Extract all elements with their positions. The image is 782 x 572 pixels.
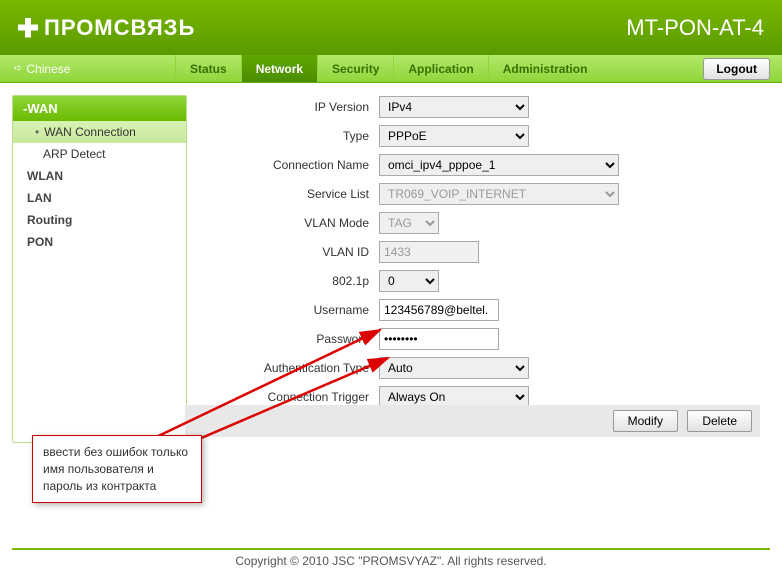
sidebar-heading: -WAN: [13, 96, 186, 121]
model-name: MT-PON-AT-4: [626, 15, 764, 41]
nav-bar: ➪ Chinese Status Network Security Applic…: [0, 55, 782, 83]
button-row: Modify Delete: [185, 405, 760, 437]
label-vlan-mode: VLAN Mode: [199, 216, 379, 230]
select-8021p[interactable]: 0: [379, 270, 439, 292]
sidebar-item-pon[interactable]: PON: [13, 231, 186, 253]
brand-text: ПРОМСВЯЗЬ: [44, 15, 195, 41]
sidebar-item-wan-connection[interactable]: WAN Connection: [13, 121, 186, 143]
select-vlan-mode[interactable]: TAG: [379, 212, 439, 234]
label-type: Type: [199, 129, 379, 143]
main-panel: IP Version IPv4 Type PPPoE Connection Na…: [199, 95, 770, 443]
tab-network[interactable]: Network: [241, 55, 317, 82]
select-type[interactable]: PPPoE: [379, 125, 529, 147]
select-ip-version[interactable]: IPv4: [379, 96, 529, 118]
logout-wrap: Logout: [691, 55, 782, 82]
label-connection-name: Connection Name: [199, 158, 379, 172]
delete-button[interactable]: Delete: [687, 410, 752, 432]
label-vlan-id: VLAN ID: [199, 245, 379, 259]
sidebar-item-wlan[interactable]: WLAN: [13, 165, 186, 187]
select-connection-name[interactable]: omci_ipv4_pppoe_1: [379, 154, 619, 176]
label-password: Password: [199, 332, 379, 346]
footer: Copyright © 2010 JSC "PROMSVYAZ". All ri…: [12, 548, 770, 568]
tab-status[interactable]: Status: [175, 55, 241, 82]
label-service-list: Service List: [199, 187, 379, 201]
modify-button[interactable]: Modify: [613, 410, 678, 432]
label-connection-trigger: Connection Trigger: [199, 390, 379, 404]
annotation-callout: ввести без ошибок только имя пользовател…: [32, 435, 202, 503]
sidebar-item-arp-detect[interactable]: ARP Detect: [13, 143, 186, 165]
header: ПРОМСВЯЗЬ MT-PON-AT-4: [0, 0, 782, 55]
arrow-right-icon: ➪: [14, 63, 22, 74]
sidebar: -WAN WAN Connection ARP Detect WLAN LAN …: [12, 95, 187, 443]
tab-application[interactable]: Application: [393, 55, 487, 82]
logout-button[interactable]: Logout: [703, 58, 770, 80]
input-password[interactable]: [379, 328, 499, 350]
language-switch[interactable]: ➪ Chinese: [0, 55, 175, 82]
logo-icon: [18, 18, 38, 38]
sidebar-item-lan[interactable]: LAN: [13, 187, 186, 209]
label-auth-type: Authentication Type: [199, 361, 379, 375]
input-vlan-id[interactable]: [379, 241, 479, 263]
content: -WAN WAN Connection ARP Detect WLAN LAN …: [0, 83, 782, 455]
tab-security[interactable]: Security: [317, 55, 393, 82]
input-username[interactable]: [379, 299, 499, 321]
language-label: Chinese: [26, 62, 70, 76]
label-username: Username: [199, 303, 379, 317]
brand-logo: ПРОМСВЯЗЬ: [18, 15, 195, 41]
main-tabs: Status Network Security Application Admi…: [175, 55, 691, 82]
tab-administration[interactable]: Administration: [488, 55, 602, 82]
label-8021p: 802.1p: [199, 274, 379, 288]
sidebar-item-routing[interactable]: Routing: [13, 209, 186, 231]
select-service-list[interactable]: TR069_VOIP_INTERNET: [379, 183, 619, 205]
select-auth-type[interactable]: Auto: [379, 357, 529, 379]
label-ip-version: IP Version: [199, 100, 379, 114]
